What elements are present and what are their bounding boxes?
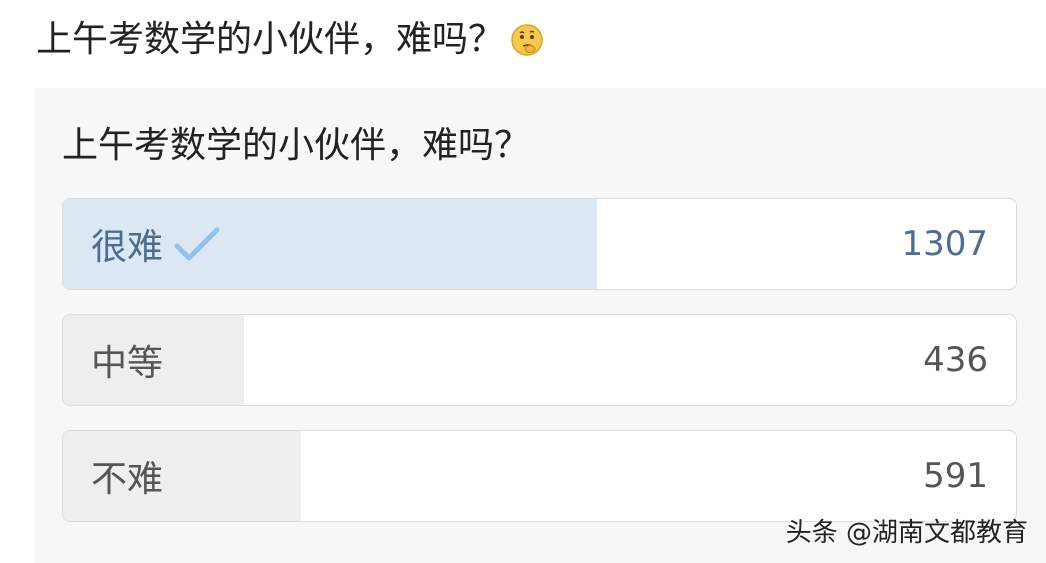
poll-option-hard[interactable]: 很难 1307 (62, 198, 1017, 290)
thinking-face-icon (511, 24, 543, 56)
post-title-text: 上午考数学的小伙伴，难吗？ (36, 19, 505, 60)
poll-option-label: 很难 (91, 227, 164, 268)
poll-option-easy[interactable]: 不难 591 (62, 430, 1017, 522)
poll-option-label: 中等 (91, 343, 164, 384)
watermark: 头条 @湖南文都教育 (785, 518, 1028, 548)
poll-option-label: 不难 (91, 459, 164, 500)
poll-question: 上午考数学的小伙伴，难吗？ (62, 125, 531, 166)
poll-option-count: 436 (923, 340, 988, 380)
poll-option-medium[interactable]: 中等 436 (62, 314, 1017, 406)
poll-option-count: 1307 (901, 224, 988, 264)
poll-option-count: 591 (923, 456, 988, 496)
checkmark-icon (174, 227, 220, 261)
poll-card: 上午考数学的小伙伴，难吗？ 很难 1307 中等 436 不难 591 (34, 88, 1046, 563)
post-title: 上午考数学的小伙伴，难吗？ (36, 16, 544, 64)
